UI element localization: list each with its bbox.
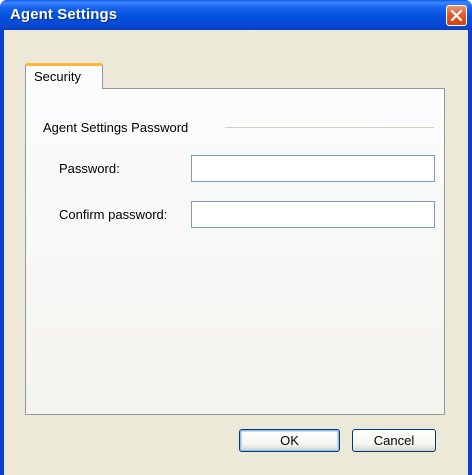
title-bar[interactable]: Agent Settings	[0, 0, 472, 30]
password-label: Password:	[59, 161, 120, 176]
close-button[interactable]	[446, 5, 467, 26]
tab-security-label: Security	[34, 69, 81, 84]
window-title: Agent Settings	[10, 6, 118, 23]
ok-button[interactable]: OK	[239, 429, 340, 452]
group-label: Agent Settings Password	[43, 120, 189, 135]
tab-panel-security	[25, 88, 445, 415]
group-divider	[225, 127, 434, 128]
confirm-password-field[interactable]	[191, 201, 435, 228]
tab-security[interactable]: Security	[25, 63, 103, 89]
password-field[interactable]	[191, 155, 435, 182]
cancel-button[interactable]: Cancel	[352, 429, 436, 452]
close-icon	[451, 10, 462, 21]
confirm-password-label: Confirm password:	[59, 207, 168, 222]
